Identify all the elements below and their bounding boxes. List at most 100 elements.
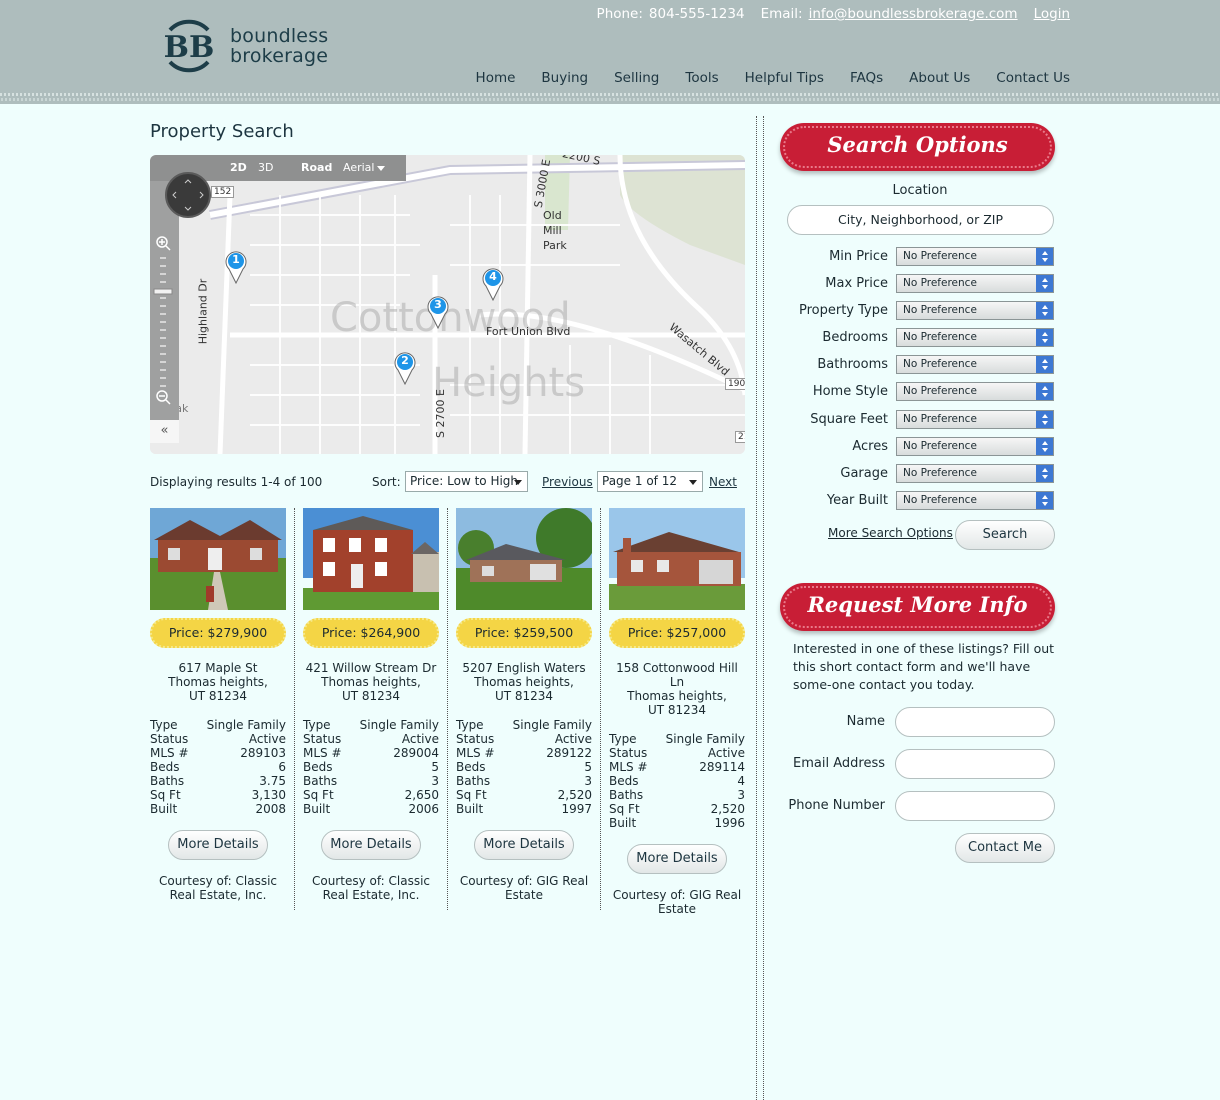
fact-label: MLS # [150,746,189,760]
chevron-down-icon [514,480,522,485]
map-2d-button[interactable]: 2D [230,161,247,174]
filter-label: Square Feet [810,412,888,427]
phone-number: 804-555-1234 [648,6,745,22]
select-arrows-icon [1036,275,1053,292]
listing-courtesy: Courtesy of: GIG Real Estate [609,888,745,916]
courtesy-line-1: Courtesy of: GIG Real [612,888,742,902]
nav-contact-us[interactable]: Contact Us [996,70,1070,86]
sort-select-value: Price: Low to High [410,474,519,488]
filter-value: No Preference [903,331,977,343]
listing-card-2: Price: $264,900 421 Willow Stream Dr Tho… [303,508,439,902]
nav-faqs[interactable]: FAQs [850,70,883,86]
map-zoom-bar[interactable] [150,181,179,420]
select-arrows-icon [1036,383,1053,400]
login-link[interactable]: Login [1034,6,1070,22]
fact-value: Active [554,732,592,746]
fact-value: Active [401,732,439,746]
name-label: Name [846,714,885,729]
map-aerial-button[interactable]: Aerial [343,161,374,174]
more-details-button[interactable]: More Details [474,830,574,860]
nav-tools[interactable]: Tools [685,70,718,86]
listing-courtesy: Courtesy of: GIG Real Estate [456,874,592,902]
filter-select[interactable]: No Preference [896,355,1054,374]
property-map[interactable]: Cottonwood Heights Highland Dr Fort Unio… [150,155,745,454]
listing-address: 421 Willow Stream Dr Thomas heights, UT … [303,661,439,703]
site-logo[interactable]: BB boundless brokerage [158,16,328,78]
filter-select[interactable]: No Preference [896,491,1054,510]
filter-select[interactable]: No Preference [896,410,1054,429]
contact-me-button[interactable]: Contact Me [955,833,1055,863]
map-collapse-button[interactable]: « [150,420,179,443]
nav-about-us[interactable]: About Us [909,70,970,86]
select-arrows-icon [1036,465,1053,482]
sort-label: Sort: [372,475,401,489]
filter-select[interactable]: No Preference [896,382,1054,401]
map-aerial-dropdown-icon[interactable] [377,166,385,171]
select-arrows-icon [1036,492,1053,509]
select-arrows-icon [1036,356,1053,373]
more-details-button[interactable]: More Details [321,830,421,860]
more-search-options-link[interactable]: More Search Options [828,526,953,540]
search-button[interactable]: Search [955,520,1055,550]
house-photo-icon [456,508,592,610]
filter-select[interactable]: No Preference [896,328,1054,347]
listing-photo[interactable] [609,508,745,610]
nav-helpful-tips[interactable]: Helpful Tips [745,70,824,86]
name-input[interactable] [895,707,1055,737]
fact-label: Built [456,802,484,816]
listing-photo[interactable] [150,508,286,610]
filter-label: Min Price [829,249,888,264]
filter-acres: Acres No Preference [780,437,1060,457]
email-address-label: Email Address [793,756,885,771]
map-pan-control[interactable] [165,172,211,218]
fact-label: Baths [150,774,185,788]
email-link[interactable]: info@boundlessbrokerage.com [809,6,1018,22]
contact-name-row: Name [780,707,1060,739]
nav-buying[interactable]: Buying [541,70,588,86]
zoom-scale-icon [153,236,173,405]
map-pin-number: 2 [401,354,409,367]
listing-photo[interactable] [456,508,592,610]
page-select[interactable]: Page 1 of 12 [597,471,703,492]
map-pin-1[interactable]: 1 [224,250,248,285]
filter-select[interactable]: No Preference [896,274,1054,293]
contact-email-row: Email Address [780,749,1060,781]
next-page-link[interactable]: Next [709,475,737,489]
nav-home[interactable]: Home [476,70,516,86]
map-pin-3[interactable]: 3 [426,295,450,330]
map-shield-152: 152 [211,186,235,198]
fact-value: Active [707,746,745,760]
filter-select[interactable]: No Preference [896,247,1054,266]
nav-selling[interactable]: Selling [614,70,659,86]
previous-page-link[interactable]: Previous [542,475,593,489]
sort-select[interactable]: Price: Low to High [405,471,528,492]
filter-year-built: Year Built No Preference [780,491,1060,511]
map-pin-4[interactable]: 4 [481,267,505,302]
listing-price: Price: $264,900 [303,618,439,648]
request-info-text: Interested in one of these listings? Fil… [793,641,1055,692]
listing-address: 158 Cottonwood Hill Ln Thomas heights, U… [609,661,745,717]
fact-label: Baths [609,788,644,802]
filter-select[interactable]: No Preference [896,437,1054,456]
listing-photo[interactable] [303,508,439,610]
location-input[interactable]: City, Neighborhood, or ZIP [787,205,1054,235]
map-road-button[interactable]: Road [301,161,332,174]
filter-select[interactable]: No Preference [896,464,1054,483]
fact-label: MLS # [303,746,342,760]
map-shield-21: 21 [735,431,745,443]
fact-label: Beds [456,760,486,774]
courtesy-line-2: Real Estate, Inc. [169,888,267,902]
fact-value: Single Family [206,718,286,732]
more-details-button[interactable]: More Details [168,830,268,860]
request-info-title: Request More Info [807,592,1028,617]
fact-value: 5 [584,760,592,774]
more-details-button[interactable]: More Details [627,844,727,874]
email-address-input[interactable] [895,749,1055,779]
filter-select[interactable]: No Preference [896,301,1054,320]
address-state-zip: UT 81234 [188,689,248,703]
map-3d-button[interactable]: 3D [258,161,273,174]
contact-phone-row: Phone Number [780,791,1060,823]
search-options-title: Search Options [827,132,1008,157]
phone-number-input[interactable] [895,791,1055,821]
map-pin-2[interactable]: 2 [393,351,417,386]
